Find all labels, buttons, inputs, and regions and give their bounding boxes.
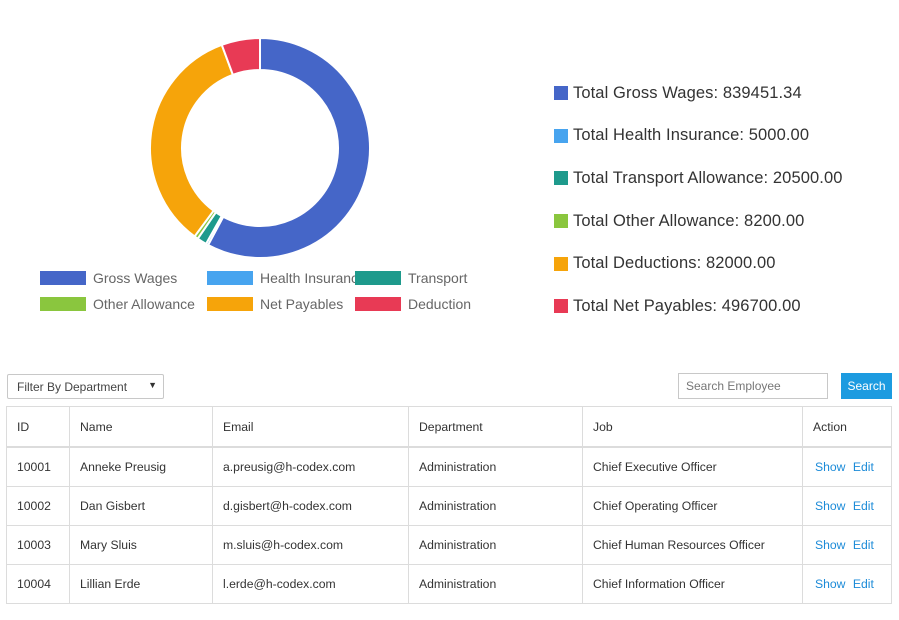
cell-job: Chief Operating Officer (582, 486, 803, 526)
show-link[interactable]: Show (815, 460, 846, 474)
legend-swatch-other-allowance[interactable] (40, 297, 86, 311)
summary-gross-wages: Total Gross Wages: 839451.34 (554, 72, 843, 115)
summary-swatch (554, 256, 568, 271)
legend-label-deduction[interactable]: Deduction (408, 296, 471, 312)
cell-job: Chief Information Officer (582, 564, 803, 604)
summary-transport-allowance: Total Transport Allowance: 20500.00 (554, 157, 843, 200)
cell-department: Administration (408, 446, 583, 487)
header-action: Action (802, 406, 892, 448)
employee-table: ID Name Email Department Job Action 1000… (6, 406, 892, 604)
summary-text: Total Net Payables: 496700.00 (573, 296, 801, 315)
summary-net-payables: Total Net Payables: 496700.00 (554, 285, 843, 328)
show-link[interactable]: Show (815, 499, 846, 513)
legend-swatch-deduction[interactable] (355, 297, 401, 311)
cell-id: 10003 (6, 525, 70, 565)
cell-department: Administration (408, 564, 583, 604)
legend-swatch-gross-wages[interactable] (40, 271, 86, 285)
cell-id: 10002 (6, 486, 70, 526)
department-filter-label: Filter By Department (17, 379, 128, 394)
slice-net-payables[interactable] (149, 43, 235, 238)
table-row: 10001 Anneke Preusig a.preusig@h-codex.c… (6, 446, 892, 487)
show-link[interactable]: Show (815, 577, 846, 591)
summary-text: Total Gross Wages: 839451.34 (573, 83, 802, 102)
cell-job: Chief Human Resources Officer (582, 525, 803, 565)
edit-link[interactable]: Edit (853, 499, 874, 513)
department-filter-select[interactable]: Filter By Department ▼ (7, 374, 164, 399)
cell-name: Mary Sluis (69, 525, 213, 565)
summary-swatch (554, 128, 568, 143)
cell-name: Anneke Preusig (69, 446, 213, 487)
edit-link[interactable]: Edit (853, 460, 874, 474)
cell-name: Lillian Erde (69, 564, 213, 604)
summary-text: Total Health Insurance: 5000.00 (573, 126, 810, 145)
show-link[interactable]: Show (815, 538, 846, 552)
summary-deductions: Total Deductions: 82000.00 (554, 242, 843, 285)
legend-swatch-health-insurance[interactable] (207, 271, 253, 285)
legend-label-transport[interactable]: Transport (408, 270, 468, 286)
cell-action: Show Edit (802, 525, 892, 565)
table-row: 10003 Mary Sluis m.sluis@h-codex.com Adm… (6, 525, 892, 565)
cell-id: 10001 (6, 446, 70, 487)
summary-text: Total Transport Allowance: 20500.00 (573, 168, 843, 187)
cell-email: d.gisbert@h-codex.com (212, 486, 409, 526)
header-department: Department (408, 406, 583, 448)
cell-email: a.preusig@h-codex.com (212, 446, 409, 487)
cell-action: Show Edit (802, 446, 892, 487)
search-employee-input[interactable] (678, 373, 828, 399)
summary-health-insurance: Total Health Insurance: 5000.00 (554, 115, 843, 158)
edit-link[interactable]: Edit (853, 577, 874, 591)
summary-swatch (554, 214, 568, 229)
legend-label-other-allowance[interactable]: Other Allowance (93, 296, 195, 312)
cell-action: Show Edit (802, 486, 892, 526)
header-job: Job (582, 406, 803, 448)
cell-department: Administration (408, 525, 583, 565)
header-name: Name (69, 406, 213, 448)
legend-label-net-payables[interactable]: Net Payables (260, 296, 343, 312)
cell-job: Chief Executive Officer (582, 446, 803, 487)
summary-other-allowance: Total Other Allowance: 8200.00 (554, 200, 843, 243)
table-row: 10002 Dan Gisbert d.gisbert@h-codex.com … (6, 486, 892, 526)
header-email: Email (212, 406, 409, 448)
cell-email: m.sluis@h-codex.com (212, 525, 409, 565)
table-header-row: ID Name Email Department Job Action (6, 406, 892, 448)
summary-text: Total Other Allowance: 8200.00 (573, 211, 805, 230)
cell-email: l.erde@h-codex.com (212, 564, 409, 604)
cell-action: Show Edit (802, 564, 892, 604)
payroll-doughnut-chart: Gross Wages Health Insurance Transport Othe… (40, 36, 471, 312)
cell-name: Dan Gisbert (69, 486, 213, 526)
summary-swatch (554, 299, 568, 314)
legend-label-health-insurance[interactable]: Health Insurance (260, 270, 366, 286)
cell-department: Administration (408, 486, 583, 526)
summary-text: Total Deductions: 82000.00 (573, 254, 776, 273)
payroll-summary: Total Gross Wages: 839451.34 Total Healt… (554, 72, 843, 328)
cell-id: 10004 (6, 564, 70, 604)
summary-swatch (554, 86, 568, 101)
search-button[interactable]: Search (841, 373, 892, 399)
legend-label-gross-wages[interactable]: Gross Wages (93, 270, 177, 286)
edit-link[interactable]: Edit (853, 538, 874, 552)
legend-swatch-net-payables[interactable] (207, 297, 253, 311)
table-row: 10004 Lillian Erde l.erde@h-codex.com Ad… (6, 564, 892, 604)
chevron-down-icon: ▼ (148, 380, 157, 390)
legend-swatch-transport[interactable] (355, 271, 401, 285)
header-id: ID (6, 406, 70, 448)
summary-swatch (554, 171, 568, 186)
